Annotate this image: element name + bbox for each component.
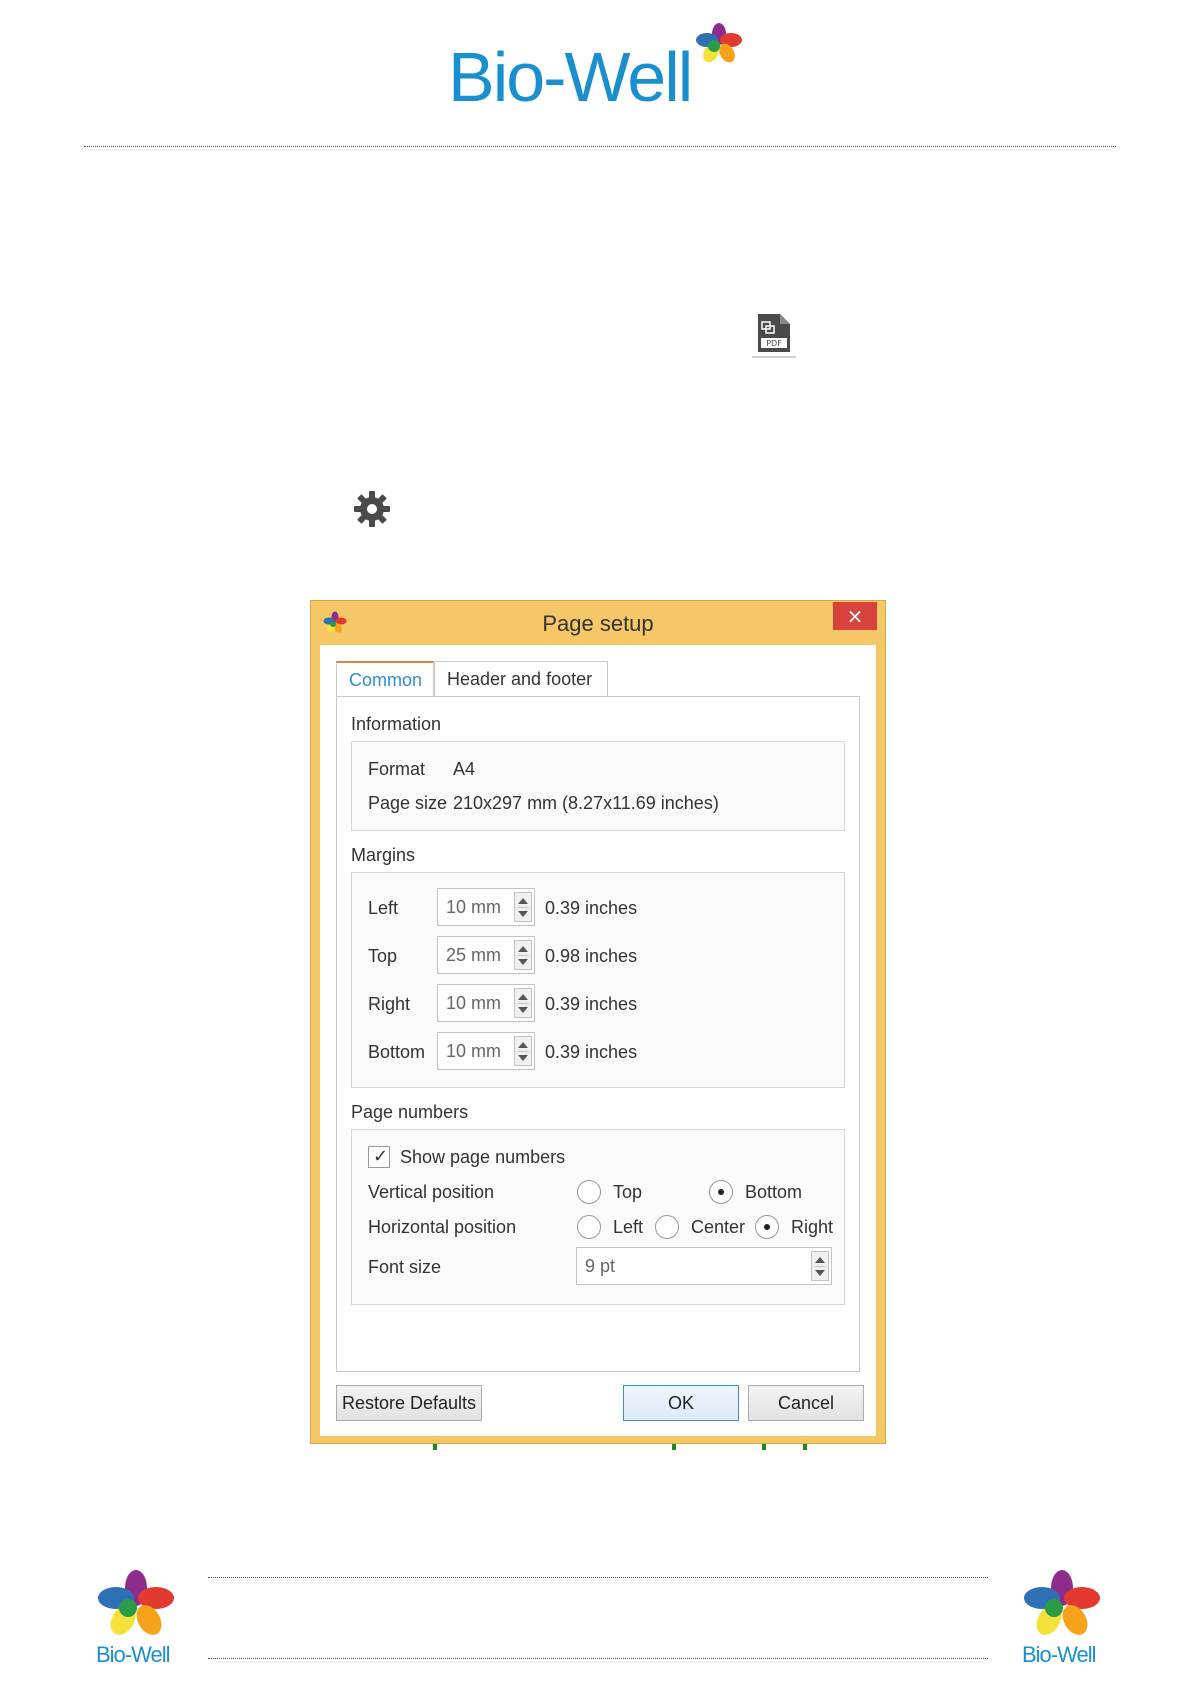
margin-left-inches: 0.39 inches: [545, 898, 638, 918]
information-group: Format A4 Page size 210x297 mm (8.27x11.…: [351, 741, 845, 831]
margin-bottom-label: Bottom: [368, 1042, 426, 1062]
checkmark-icon: ✓: [373, 1146, 389, 1167]
show-page-numbers-checkbox[interactable]: ✓: [368, 1146, 390, 1168]
stepper-arrows[interactable]: [514, 940, 532, 970]
footer-divider-bottom: [208, 1658, 988, 1659]
vertical-top-label[interactable]: Top: [613, 1182, 642, 1203]
dialog-title: Page setup: [542, 611, 654, 636]
horizontal-position-label: Horizontal position: [368, 1217, 517, 1237]
margin-bottom-inches: 0.39 inches: [545, 1042, 638, 1062]
format-value: A4: [453, 759, 476, 779]
vertical-bottom-radio[interactable]: [709, 1180, 733, 1204]
horizontal-left-label[interactable]: Left: [613, 1217, 643, 1238]
green-mark: [762, 1444, 766, 1450]
green-mark: [803, 1444, 807, 1450]
footer-logo-right: Bio-Well: [1022, 1570, 1122, 1670]
margin-bottom-stepper[interactable]: 10 mm: [437, 1032, 535, 1070]
horizontal-center-radio[interactable]: [655, 1215, 679, 1239]
green-mark: [672, 1444, 676, 1450]
page-size-label: Page size: [368, 793, 448, 813]
horizontal-right-radio[interactable]: [755, 1215, 779, 1239]
footer-logo-wordmark: Bio-Well: [96, 1642, 171, 1667]
title-bar[interactable]: Page setup ×: [311, 601, 885, 645]
font-size-stepper[interactable]: 9 pt: [576, 1247, 832, 1285]
flower-logo-icon: [1024, 1570, 1100, 1635]
footer-divider-top: [208, 1577, 988, 1578]
font-size-label: Font size: [368, 1257, 442, 1277]
common-tab-panel: Information Format A4 Page size 210x297 …: [336, 696, 860, 1372]
tab-common[interactable]: Common: [336, 661, 434, 697]
margins-group: Left 10 mm 0.39 inches Top 25 mm 0.98 in…: [351, 872, 845, 1088]
format-label: Format: [368, 759, 426, 779]
tab-header-and-footer[interactable]: Header and footer: [434, 661, 608, 697]
footer-logo-wordmark: Bio-Well: [1022, 1642, 1097, 1667]
margin-bottom-value: 10 mm: [446, 1041, 502, 1061]
header-divider: [84, 146, 1116, 147]
margin-right-value: 10 mm: [446, 993, 502, 1013]
margin-top-value: 25 mm: [446, 945, 502, 965]
margin-right-inches: 0.39 inches: [545, 994, 638, 1014]
page-size-value: 210x297 mm (8.27x11.69 inches): [453, 793, 719, 813]
page-setup-dialog: Page setup × Common Header and footer In…: [310, 600, 886, 1444]
horizontal-left-radio[interactable]: [577, 1215, 601, 1239]
horizontal-right-label[interactable]: Right: [791, 1217, 833, 1238]
stepper-arrows[interactable]: [811, 1251, 829, 1281]
svg-text:PDF: PDF: [766, 339, 782, 348]
cancel-button[interactable]: Cancel: [748, 1385, 864, 1421]
flower-logo-icon: [98, 1570, 174, 1635]
dialog-client-area: Common Header and footer Information For…: [320, 645, 876, 1436]
logo-wordmark: Bio-Well: [448, 38, 693, 116]
show-page-numbers-label[interactable]: Show page numbers: [400, 1147, 565, 1168]
green-mark: [433, 1444, 437, 1450]
stepper-arrows[interactable]: [514, 892, 532, 922]
header-logo: Bio-Well: [448, 22, 748, 122]
margin-left-stepper[interactable]: 10 mm: [437, 888, 535, 926]
page-numbers-label: Page numbers: [351, 1102, 469, 1122]
information-label: Information: [351, 714, 442, 734]
margin-right-stepper[interactable]: 10 mm: [437, 984, 535, 1022]
page-numbers-group: ✓ Show page numbers Vertical position To…: [351, 1129, 845, 1305]
margin-right-label: Right: [368, 994, 411, 1014]
restore-defaults-button[interactable]: Restore Defaults: [336, 1385, 482, 1421]
margin-left-label: Left: [368, 898, 399, 918]
pdf-export-icon: PDF: [752, 314, 796, 358]
footer-logo-left: Bio-Well: [96, 1570, 196, 1670]
flower-logo-icon: [696, 23, 742, 63]
vertical-position-label: Vertical position: [368, 1182, 495, 1202]
stepper-arrows[interactable]: [514, 1036, 532, 1066]
close-button[interactable]: ×: [833, 602, 877, 630]
margin-top-inches: 0.98 inches: [545, 946, 638, 966]
stepper-arrows[interactable]: [514, 988, 532, 1018]
margin-top-stepper[interactable]: 25 mm: [437, 936, 535, 974]
font-size-value: 9 pt: [585, 1256, 616, 1276]
gear-icon: [354, 491, 390, 527]
margin-top-label: Top: [368, 946, 398, 966]
horizontal-center-label[interactable]: Center: [691, 1217, 745, 1238]
vertical-bottom-label[interactable]: Bottom: [745, 1182, 802, 1203]
margins-label: Margins: [351, 845, 416, 865]
vertical-top-radio[interactable]: [577, 1180, 601, 1204]
ok-button[interactable]: OK: [623, 1385, 739, 1421]
margin-left-value: 10 mm: [446, 897, 502, 917]
